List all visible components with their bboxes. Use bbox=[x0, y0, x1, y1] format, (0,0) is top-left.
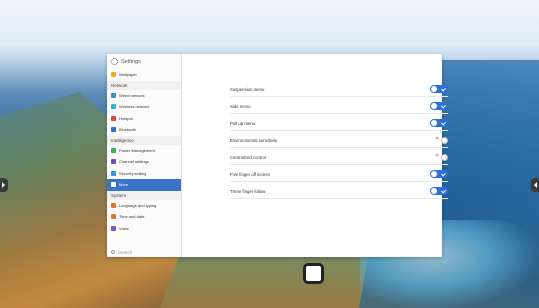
setting-row-suspension-menu: Suspension menu bbox=[230, 82, 448, 97]
sidebar-item-label: Hotspot bbox=[119, 115, 133, 121]
sidebar-item-more[interactable]: More bbox=[107, 179, 181, 191]
home-button[interactable] bbox=[303, 263, 324, 284]
wifi-icon bbox=[111, 104, 116, 110]
sidebar-groups: Wallpaper Network Wired network Wireless ne… bbox=[107, 69, 181, 234]
language-icon bbox=[111, 202, 116, 208]
settings-content: Suspension menu Side menu Pull up menu Envi… bbox=[182, 54, 448, 257]
checkmark-icon bbox=[441, 103, 446, 108]
sidebar-item-channel-settings[interactable]: Channel settings bbox=[107, 156, 181, 168]
sidebar-item-label: Wireless network bbox=[119, 104, 150, 110]
sidebar-section-system: System bbox=[107, 190, 181, 200]
setting-row-five-finger-off-screen: Five finger off screen bbox=[230, 167, 448, 182]
sidebar-item-bluetooth[interactable]: Bluetooth bbox=[107, 124, 181, 136]
security-icon bbox=[111, 170, 116, 176]
setting-row-environmental-sensitivity: Environmental sensitivity bbox=[230, 133, 448, 148]
toggle-switch-on[interactable] bbox=[430, 102, 448, 110]
setting-row-pull-up-menu: Pull up menu bbox=[230, 116, 448, 131]
setting-label: Environmental sensitivity bbox=[230, 137, 278, 143]
wired-network-icon bbox=[111, 92, 116, 98]
sidebar-item-label: More bbox=[119, 182, 129, 188]
sidebar-item-wallpaper[interactable]: Wallpaper bbox=[107, 69, 181, 81]
setting-row-centralized-control: Centralized control bbox=[230, 150, 448, 165]
hotspot-icon bbox=[111, 115, 116, 121]
setting-label: Side menu bbox=[230, 103, 251, 109]
settings-sidebar: Settings Wallpaper Network Wired network Wi… bbox=[107, 54, 182, 257]
clock-icon bbox=[111, 214, 116, 220]
sidebar-item-wireless-network[interactable]: Wireless network bbox=[107, 101, 181, 113]
toggle-switch-on[interactable] bbox=[430, 170, 448, 178]
settings-header: Settings bbox=[107, 54, 181, 69]
setting-row-side-menu: Side menu bbox=[230, 99, 448, 114]
search-icon bbox=[111, 250, 115, 254]
toggle-switch-off[interactable] bbox=[435, 153, 448, 161]
checkmark-icon bbox=[441, 171, 446, 176]
sidebar-section-network: Network bbox=[107, 80, 181, 90]
sidebar-item-power-management[interactable]: Power Management bbox=[107, 145, 181, 157]
sidebar-item-label: Bluetooth bbox=[119, 127, 136, 133]
voice-icon bbox=[111, 225, 116, 231]
checkmark-icon bbox=[441, 188, 446, 193]
wallpaper-icon bbox=[111, 72, 116, 78]
sidebar-item-label: Wallpaper bbox=[119, 72, 137, 78]
setting-label: Five finger off screen bbox=[230, 171, 271, 177]
setting-label: Pull up menu bbox=[230, 120, 256, 126]
sidebar-item-label: Security setting bbox=[119, 170, 147, 176]
setting-label: Centralized control bbox=[230, 154, 266, 160]
checkmark-icon bbox=[441, 120, 446, 125]
settings-title: Settings bbox=[121, 58, 141, 65]
toggle-switch-on[interactable] bbox=[430, 187, 448, 195]
sidebar-item-label: Voice bbox=[119, 225, 129, 231]
search-field[interactable]: Search bbox=[107, 247, 181, 257]
setting-label: Suspension menu bbox=[230, 86, 265, 92]
sidebar-item-time-and-date[interactable]: Time and date bbox=[107, 211, 181, 223]
toggle-switch-on[interactable] bbox=[430, 119, 448, 127]
sidebar-item-voice[interactable]: Voice bbox=[107, 223, 181, 235]
sidebar-item-security-setting[interactable]: Security setting bbox=[107, 168, 181, 180]
bluetooth-icon bbox=[111, 127, 116, 133]
power-icon bbox=[111, 147, 116, 153]
sidebar-item-label: Power Management bbox=[119, 147, 155, 153]
setting-row-three-finger-follow: Three finger follow bbox=[230, 184, 448, 199]
gear-icon bbox=[111, 58, 118, 65]
setting-label: Three finger follow bbox=[230, 188, 266, 194]
search-placeholder: Search bbox=[118, 249, 133, 255]
sidebar-item-label: Language and typing bbox=[119, 202, 157, 208]
toggle-switch-off[interactable] bbox=[435, 136, 448, 144]
left-side-menu-handle[interactable] bbox=[0, 178, 8, 192]
sidebar-item-language-and-typing[interactable]: Language and typing bbox=[107, 200, 181, 212]
checkmark-icon bbox=[441, 86, 446, 91]
sidebar-section-intelligence: Intelligence bbox=[107, 135, 181, 145]
desktop-wallpaper: Settings Wallpaper Network Wired network Wi… bbox=[0, 0, 539, 308]
right-side-menu-handle[interactable] bbox=[531, 178, 539, 192]
sidebar-item-label: Time and date bbox=[119, 214, 145, 220]
sidebar-item-wired-network[interactable]: Wired network bbox=[107, 90, 181, 102]
sidebar-item-label: Wired network bbox=[119, 92, 145, 98]
sidebar-item-hotspot[interactable]: Hotspot bbox=[107, 113, 181, 125]
sidebar-item-label: Channel settings bbox=[119, 159, 149, 165]
channel-icon bbox=[111, 159, 116, 165]
more-icon bbox=[111, 182, 116, 188]
toggle-switch-on[interactable] bbox=[430, 85, 448, 93]
settings-window: Settings Wallpaper Network Wired network Wi… bbox=[107, 54, 448, 257]
